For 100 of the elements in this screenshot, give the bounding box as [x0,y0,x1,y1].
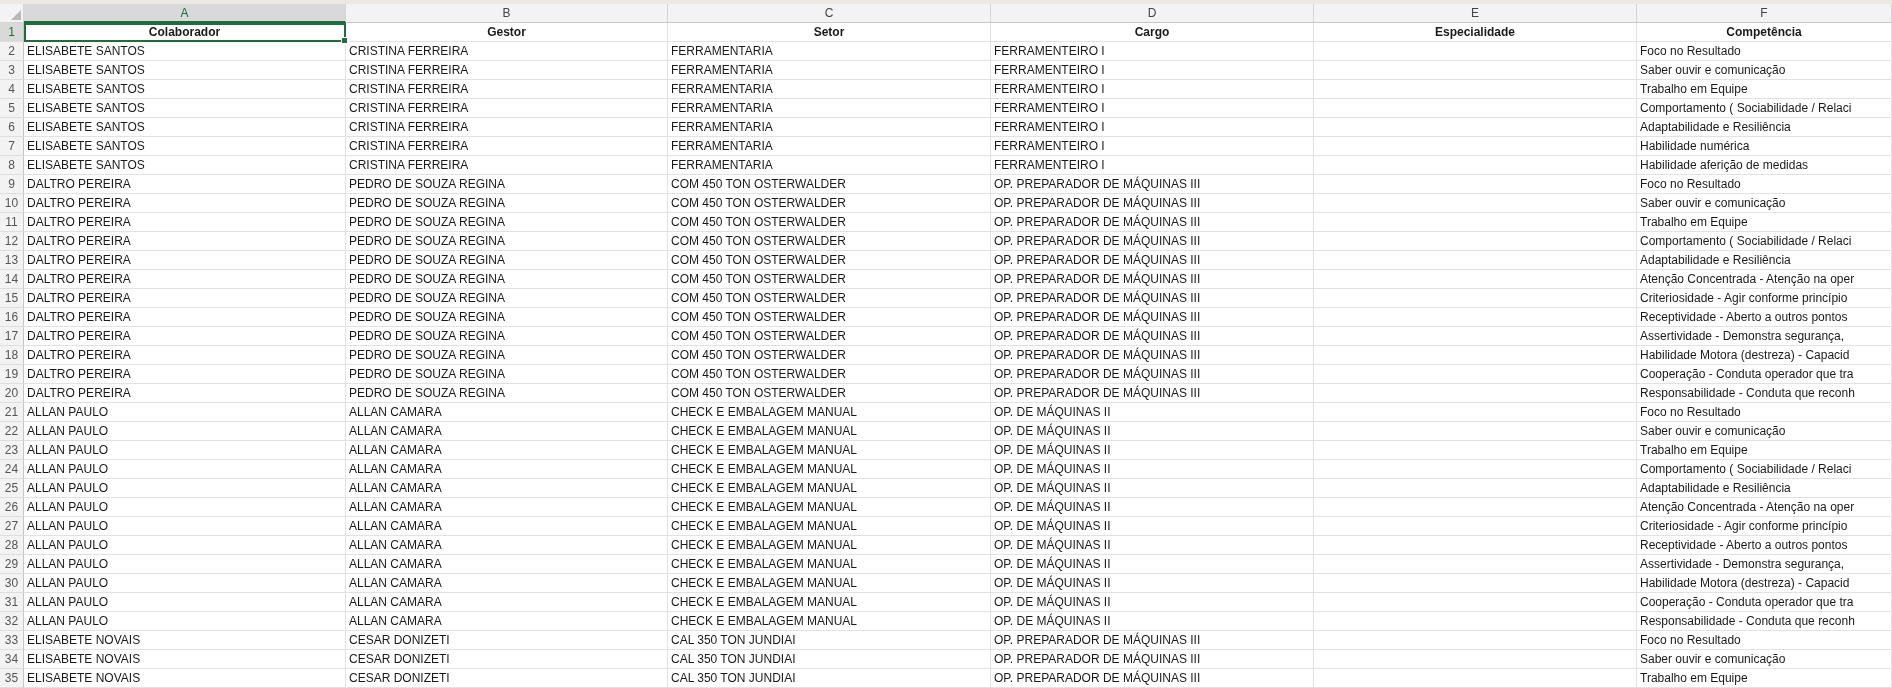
table-cell: ALLAN CAMARA [346,422,668,441]
row-header[interactable]: 21 [0,403,24,422]
table-cell: CHECK E EMBALAGEM MANUAL [668,422,991,441]
table-cell: PEDRO DE SOUZA REGINA [346,327,668,346]
row-header[interactable]: 6 [0,118,24,137]
table-cell: OP. DE MÁQUINAS II [991,517,1314,536]
table-cell: OP. DE MÁQUINAS II [991,536,1314,555]
table-cell: FERRAMENTEIRO I [991,42,1314,61]
table-cell: OP. PREPARADOR DE MÁQUINAS III [991,346,1314,365]
table-cell: PEDRO DE SOUZA REGINA [346,308,668,327]
table-cell: OP. PREPARADOR DE MÁQUINAS III [991,308,1314,327]
table-cell: DALTRO PEREIRA [24,327,346,346]
table-cell: Gestor [346,23,668,42]
table-cell: PEDRO DE SOUZA REGINA [346,365,668,384]
row-header[interactable]: 2 [0,42,24,61]
table-cell: DALTRO PEREIRA [24,289,346,308]
row-header[interactable]: 14 [0,270,24,289]
column-header[interactable]: D [991,4,1314,23]
table-cell: CRISTINA FERREIRA [346,118,668,137]
table-cell: Assertividade - Demonstra segurança, [1637,555,1892,574]
table-cell: FERRAMENTARIA [668,80,991,99]
row-header[interactable]: 24 [0,460,24,479]
table-cell: CRISTINA FERREIRA [346,61,668,80]
table-cell: OP. DE MÁQUINAS II [991,441,1314,460]
table-cell: FERRAMENTEIRO I [991,80,1314,99]
row-header[interactable]: 23 [0,441,24,460]
column-header[interactable]: B [346,4,668,23]
table-cell: PEDRO DE SOUZA REGINA [346,270,668,289]
table-cell: FERRAMENTEIRO I [991,137,1314,156]
table-cell: DALTRO PEREIRA [24,194,346,213]
column-header[interactable]: E [1314,4,1637,23]
row-header[interactable]: 8 [0,156,24,175]
table-cell: DALTRO PEREIRA [24,251,346,270]
table-cell: OP. PREPARADOR DE MÁQUINAS III [991,365,1314,384]
row-header[interactable]: 20 [0,384,24,403]
table-cell: ALLAN PAULO [24,593,346,612]
table-cell: Habilidade Motora (destreza) - Capacid [1637,346,1892,365]
table-cell: FERRAMENTARIA [668,137,991,156]
row-header[interactable]: 16 [0,308,24,327]
table-cell: COM 450 TON OSTERWALDER [668,175,991,194]
row-header[interactable]: 31 [0,593,24,612]
table-cell: ALLAN PAULO [24,536,346,555]
table-cell: PEDRO DE SOUZA REGINA [346,384,668,403]
table-cell: FERRAMENTARIA [668,61,991,80]
row-header[interactable]: 18 [0,346,24,365]
row-header[interactable]: 35 [0,669,24,688]
table-cell: PEDRO DE SOUZA REGINA [346,346,668,365]
table-cell: OP. DE MÁQUINAS II [991,460,1314,479]
row-header[interactable]: 3 [0,61,24,80]
table-cell: Competência [1637,23,1892,42]
row-header[interactable]: 1 [0,23,24,42]
table-cell: CAL 350 TON JUNDIAI [668,669,991,688]
row-header[interactable]: 11 [0,213,24,232]
table-cell: COM 450 TON OSTERWALDER [668,384,991,403]
row-header[interactable]: 17 [0,327,24,346]
fill-handle[interactable] [341,37,348,44]
table-cell: Adaptabilidade e Resiliência [1637,251,1892,270]
table-cell: Setor [668,23,991,42]
row-header[interactable]: 26 [0,498,24,517]
table-cell: COM 450 TON OSTERWALDER [668,327,991,346]
table-cell: ELISABETE SANTOS [24,118,346,137]
row-header[interactable]: 22 [0,422,24,441]
row-header[interactable]: 12 [0,232,24,251]
row-header[interactable]: 7 [0,137,24,156]
row-header[interactable]: 27 [0,517,24,536]
table-cell: PEDRO DE SOUZA REGINA [346,213,668,232]
row-header[interactable]: 30 [0,574,24,593]
row-header[interactable]: 33 [0,631,24,650]
row-header[interactable]: 19 [0,365,24,384]
row-header[interactable]: 25 [0,479,24,498]
row-header[interactable]: 29 [0,555,24,574]
table-cell: Assertividade - Demonstra segurança, [1637,327,1892,346]
table-cell: CHECK E EMBALAGEM MANUAL [668,479,991,498]
row-header[interactable]: 13 [0,251,24,270]
table-cell: CAL 350 TON JUNDIAI [668,650,991,669]
table-cell: CHECK E EMBALAGEM MANUAL [668,536,991,555]
table-cell: OP. PREPARADOR DE MÁQUINAS III [991,289,1314,308]
row-header[interactable]: 10 [0,194,24,213]
table-cell: ALLAN PAULO [24,574,346,593]
row-header[interactable]: 34 [0,650,24,669]
table-cell: ALLAN CAMARA [346,498,668,517]
table-cell: Responsabilidade - Conduta que reconh [1637,612,1892,631]
row-header[interactable]: 9 [0,175,24,194]
row-header[interactable]: 28 [0,536,24,555]
column-header[interactable]: C [668,4,991,23]
row-header[interactable]: 32 [0,612,24,631]
table-cell: Receptividade - Aberto a outros pontos [1637,536,1892,555]
table-cell: FERRAMENTARIA [668,156,991,175]
row-header[interactable]: 5 [0,99,24,118]
row-header[interactable]: 4 [0,80,24,99]
table-cell: Adaptabilidade e Resiliência [1637,479,1892,498]
column-header[interactable]: F [1637,4,1892,23]
table-cell: Atenção Concentrada - Atenção na oper [1637,498,1892,517]
table-cell: COM 450 TON OSTERWALDER [668,365,991,384]
table-cell: FERRAMENTEIRO I [991,61,1314,80]
row-header[interactable]: 15 [0,289,24,308]
table-cell: Especialidade [1314,23,1637,42]
table-cell: Foco no Resultado [1637,175,1892,194]
table-cell: Trabalho em Equipe [1637,669,1892,688]
column-header[interactable]: A [24,4,346,23]
